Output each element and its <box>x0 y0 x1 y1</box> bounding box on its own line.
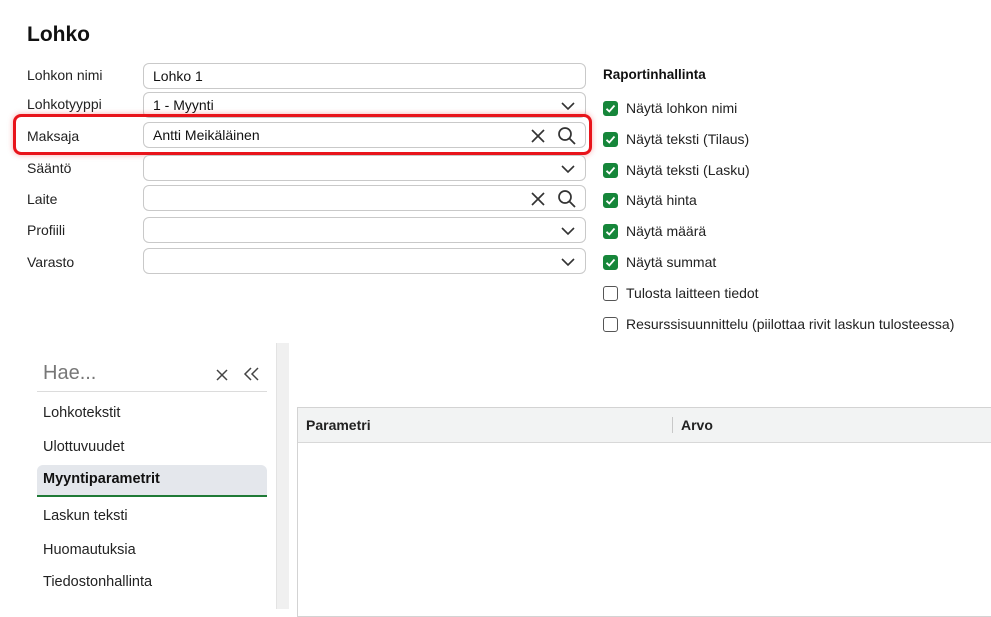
check-icon <box>605 196 616 205</box>
report-option-label: Näytä teksti (Lasku) <box>626 162 750 178</box>
column-header-value[interactable]: Arvo <box>681 417 713 433</box>
checkbox-checked[interactable] <box>603 193 618 208</box>
sidebar-item[interactable]: Tiedostonhallinta <box>43 574 152 590</box>
profile-select[interactable] <box>143 217 586 243</box>
checkbox-checked[interactable] <box>603 163 618 178</box>
chevron-down-icon <box>561 227 575 236</box>
checkbox-checked[interactable] <box>603 132 618 147</box>
sidebar-item[interactable]: Ulottuvuudet <box>43 439 124 455</box>
chevron-down-icon <box>561 165 575 174</box>
checkbox-unchecked[interactable] <box>603 317 618 332</box>
block-name-value: Lohko 1 <box>153 68 203 84</box>
sidebar-item[interactable]: Lohkotekstit <box>43 405 120 421</box>
sidebar-item-label: Myyntiparametrit <box>43 471 160 487</box>
chevron-down-icon <box>561 102 575 111</box>
block-type-value: 1 - Myynti <box>153 97 214 113</box>
warehouse-select[interactable] <box>143 248 586 274</box>
check-icon <box>605 166 616 175</box>
checkbox-checked[interactable] <box>603 224 618 239</box>
block-name-label: Lohkon nimi <box>27 67 103 83</box>
grid-header: Parametri Arvo <box>298 408 991 443</box>
parameter-grid: Parametri Arvo <box>297 407 991 617</box>
sidebar-item[interactable]: Laskun teksti <box>43 508 128 524</box>
report-option-label: Tulosta laitteen tiedot <box>626 285 759 301</box>
device-label: Laite <box>27 191 58 207</box>
report-option-label: Näytä hinta <box>626 192 697 208</box>
check-icon <box>605 104 616 113</box>
sidebar-item-active[interactable]: Myyntiparametrit <box>37 465 267 497</box>
sidebar-search-underline <box>37 391 267 392</box>
checkbox-unchecked[interactable] <box>603 286 618 301</box>
report-option-label: Näytä summat <box>626 254 717 270</box>
device-input[interactable] <box>143 185 586 211</box>
check-icon <box>605 135 616 144</box>
checkbox-checked[interactable] <box>603 101 618 116</box>
panel-divider[interactable] <box>276 343 289 609</box>
report-option-label: Resurssisuunnittelu (piilottaa rivit las… <box>626 316 955 332</box>
block-name-input[interactable]: Lohko 1 <box>143 63 586 89</box>
block-type-label: Lohkotyyppi <box>27 96 102 112</box>
payer-highlight-box <box>13 114 592 155</box>
close-icon[interactable] <box>215 368 229 382</box>
profile-label: Profiili <box>27 222 66 238</box>
chevron-down-icon <box>561 258 575 267</box>
report-option-label: Näytä lohkon nimi <box>626 100 738 116</box>
sidebar-search-input[interactable]: Hae... <box>43 362 96 385</box>
sidebar-item[interactable]: Huomautuksia <box>43 542 136 558</box>
check-icon <box>605 258 616 267</box>
page-title: Lohko <box>27 23 90 46</box>
warehouse-label: Varasto <box>27 254 75 270</box>
column-separator[interactable] <box>672 417 673 433</box>
column-header-parameter[interactable]: Parametri <box>306 417 371 433</box>
rule-select[interactable] <box>143 155 586 181</box>
check-icon <box>605 227 616 236</box>
clear-icon[interactable] <box>529 190 547 208</box>
report-option-label: Näytä teksti (Tilaus) <box>626 131 750 147</box>
collapse-sidebar-icon[interactable] <box>243 366 260 382</box>
report-settings-title: Raportinhallinta <box>603 67 706 82</box>
rule-label: Sääntö <box>27 160 72 176</box>
search-icon[interactable] <box>557 189 577 209</box>
report-option-label: Näytä määrä <box>626 223 707 239</box>
checkbox-checked[interactable] <box>603 255 618 270</box>
